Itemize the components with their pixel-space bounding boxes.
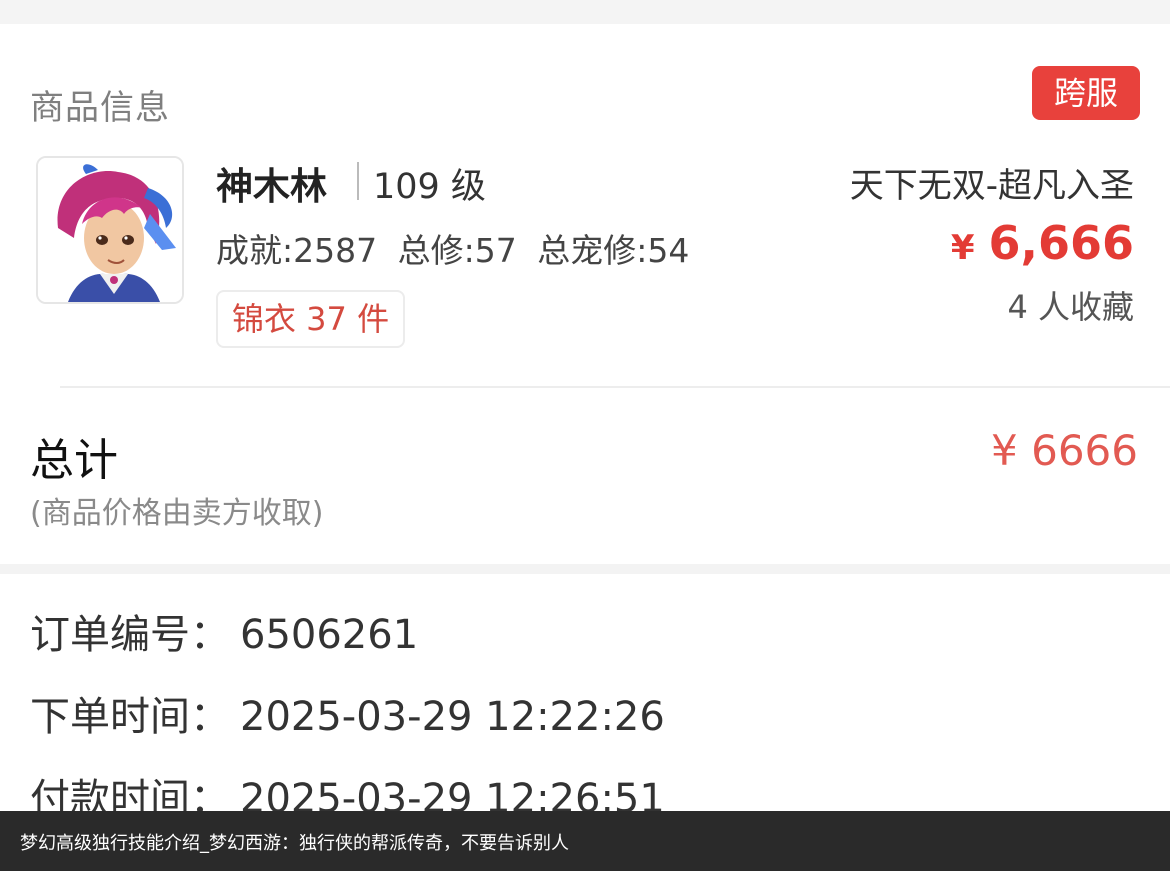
total-note: (商品价格由卖方收取) (30, 496, 324, 531)
section-title: 商品信息 (30, 88, 170, 128)
stat-pet-cultivation: 总宠修:54 (537, 231, 690, 270)
order-number-value[interactable]: 6506261 (240, 612, 418, 658)
cross-server-badge: 跨服 (1032, 66, 1140, 120)
order-time-row: 下单时间： 2025-03-29 12:22:26 (30, 684, 665, 742)
outfit-tag[interactable]: 锦衣 37 件 (216, 290, 406, 348)
stat-total-cultivation: 总修:57 (397, 231, 517, 270)
character-stats: 成就:2587 总修:57 总宠修:54 (216, 224, 699, 272)
server-name: 天下无双-超凡入圣 (849, 166, 1134, 206)
top-strip (0, 0, 1170, 24)
order-number-row: 订单编号： 6506261 (30, 602, 418, 660)
order-time-label: 下单时间： (30, 694, 230, 740)
price-amount: 6,666 (988, 216, 1134, 270)
price-currency: ¥ (950, 228, 975, 268)
character-avatar[interactable] (36, 156, 184, 304)
character-level: 109 级 (373, 167, 486, 207)
caption-text: 梦幻高级独行技能介绍_梦幻西游：独行侠的帮派传奇，不要告诉别人 (20, 833, 569, 854)
name-level-divider (357, 162, 359, 200)
caption-bar: 梦幻高级独行技能介绍_梦幻西游：独行侠的帮派传奇，不要告诉别人 (0, 811, 1170, 871)
total-label: 总计 (30, 435, 118, 486)
character-portrait-icon (38, 158, 182, 302)
order-number-label: 订单编号： (30, 612, 230, 658)
total-amount: ¥ 6666 (991, 426, 1138, 475)
section-divider (60, 386, 1170, 388)
favorites-count: 4 人收藏 (1007, 288, 1134, 326)
stat-achievement: 成就:2587 (216, 231, 378, 270)
order-detail-page: 商品信息 跨服 神木林 109 级 成就:2587 总修:57 总宠修:54 锦… (0, 0, 1170, 871)
character-name: 神木林 (216, 165, 327, 208)
order-time-value: 2025-03-29 12:22:26 (240, 694, 665, 740)
product-info-card: 商品信息 跨服 神木林 109 级 成就:2587 总修:57 总宠修:54 锦… (0, 24, 1170, 564)
item-price: ¥6,666 (951, 216, 1134, 270)
